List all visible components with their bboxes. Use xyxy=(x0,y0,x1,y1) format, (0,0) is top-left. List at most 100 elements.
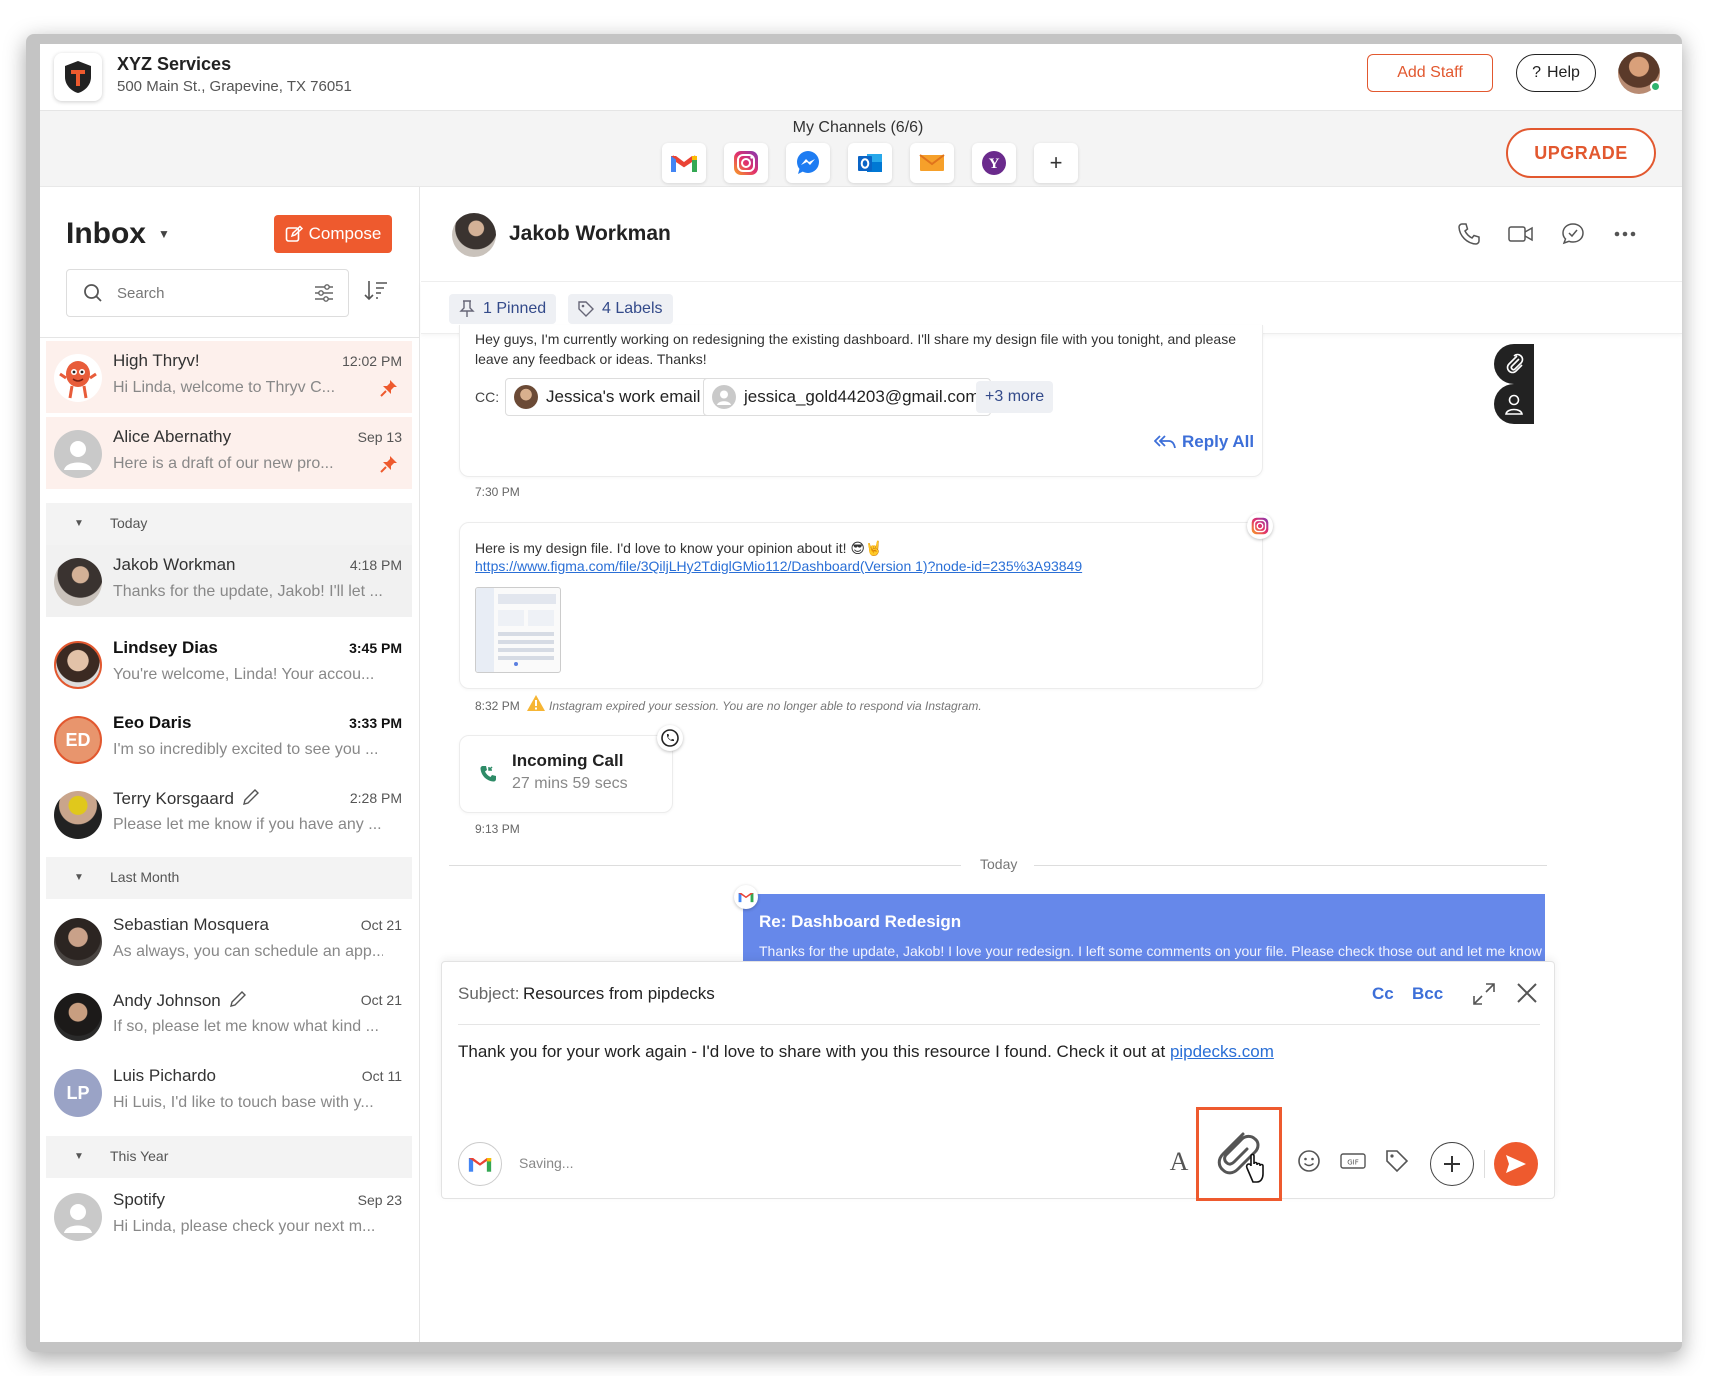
conversation-item[interactable]: Alice Abernathy Sep 13 Here is a draft o… xyxy=(46,417,412,489)
close-icon[interactable] xyxy=(1516,982,1538,1004)
business-name: XYZ Services xyxy=(117,54,232,74)
channels-title: My Channels (6/6) xyxy=(792,119,924,136)
conversation-item[interactable]: Terry Korsgaard 2:28 PM Please let me kn… xyxy=(46,778,412,850)
chat-bubble-icon[interactable] xyxy=(1560,221,1586,247)
paperclip-icon xyxy=(1506,353,1524,374)
emoji-icon[interactable] xyxy=(1294,1146,1324,1176)
user-avatar[interactable] xyxy=(1618,52,1661,94)
message-time: 2:28 PM xyxy=(349,790,402,806)
email-icon[interactable] xyxy=(910,143,954,183)
message-timestamp: 8:32 PM xyxy=(475,699,520,713)
chevron-down-icon[interactable]: ▼ xyxy=(158,227,170,241)
gif-icon[interactable]: GIF xyxy=(1338,1146,1368,1176)
section-today[interactable]: ▼ Today xyxy=(46,503,412,545)
header-actions xyxy=(1456,221,1638,247)
svg-text:GIF: GIF xyxy=(1347,1159,1359,1167)
compose-button[interactable]: Compose xyxy=(274,215,392,253)
contact-name: Lindsey Dias xyxy=(113,638,218,657)
section-this-year[interactable]: ▼ This Year xyxy=(46,1136,412,1178)
labels-chip[interactable]: 4 Labels xyxy=(568,294,673,324)
default-avatar-icon xyxy=(54,1193,102,1241)
plus-icon xyxy=(1444,1156,1460,1172)
add-channel-button[interactable]: + xyxy=(1034,143,1078,183)
help-label: Help xyxy=(1547,64,1580,81)
send-button[interactable] xyxy=(1494,1142,1538,1186)
add-attachment-button[interactable] xyxy=(1430,1142,1474,1186)
search-input[interactable]: Search xyxy=(66,269,349,317)
video-icon[interactable] xyxy=(1508,221,1534,247)
message-body-input[interactable]: Thank you for your work again - I'd love… xyxy=(458,1042,1274,1062)
pin-icon[interactable] xyxy=(380,379,398,397)
phone-icon[interactable] xyxy=(1456,221,1482,247)
initials-avatar: LP xyxy=(54,1069,102,1117)
message-time: Oct 21 xyxy=(360,992,402,1008)
initials-avatar: ED xyxy=(54,716,102,764)
cc-button[interactable]: Cc xyxy=(1372,984,1394,1004)
conversation-item[interactable]: Spotify Sep 23 Hi Linda, please check yo… xyxy=(46,1180,412,1252)
subject-input[interactable]: Resources from pipdecks xyxy=(523,984,715,1004)
message-preview: I'm so incredibly excited to see you ... xyxy=(113,741,379,758)
sort-icon[interactable] xyxy=(364,279,388,301)
conversation-item[interactable]: High Thryv! 12:02 PM Hi Linda, welcome t… xyxy=(46,341,412,413)
message-time: 12:02 PM xyxy=(342,353,402,369)
message-preview: Hi Luis, I'd like to touch base with y..… xyxy=(113,1094,374,1111)
conversation-item[interactable]: ED Eeo Daris 3:33 PM I'm so incredibly e… xyxy=(46,703,412,775)
contact-name: Eeo Daris xyxy=(113,713,192,732)
question-icon: ? xyxy=(1532,64,1541,81)
bcc-button[interactable]: Bcc xyxy=(1412,984,1443,1004)
attach-file-button[interactable] xyxy=(1196,1107,1282,1201)
add-staff-button[interactable]: Add Staff xyxy=(1367,54,1493,92)
contact-name: Spotify xyxy=(113,1190,165,1209)
person-icon xyxy=(1505,394,1523,415)
send-icon xyxy=(1506,1155,1526,1173)
pinned-chip[interactable]: 1 Pinned xyxy=(449,294,557,324)
conversation-item[interactable]: Lindsey Dias 3:45 PM You're welcome, Lin… xyxy=(46,628,412,700)
contact-avatar[interactable] xyxy=(452,213,496,257)
outlook-icon[interactable] xyxy=(848,143,892,183)
section-last-month[interactable]: ▼ Last Month xyxy=(46,857,412,899)
inbox-title[interactable]: Inbox xyxy=(66,217,146,251)
design-thumbnail[interactable] xyxy=(475,587,561,673)
conversation-item[interactable]: Sebastian Mosquera Oct 21 As always, you… xyxy=(46,905,412,977)
expand-icon[interactable] xyxy=(1472,982,1496,1006)
conversation-item[interactable]: Andy Johnson Oct 21 If so, please let me… xyxy=(46,980,412,1052)
message-timestamp: 7:30 PM xyxy=(475,485,520,499)
conversation-item[interactable]: LP Luis Pichardo Oct 11 Hi Luis, I'd lik… xyxy=(46,1056,412,1128)
cc-label: CC: xyxy=(475,389,500,405)
recipient-name: Jessica's work email xyxy=(546,387,701,406)
message-time: Sep 23 xyxy=(357,1192,402,1208)
pencil-icon[interactable] xyxy=(242,788,260,806)
cc-recipient-chip[interactable]: Jessica's work email xyxy=(505,378,712,416)
more-icon[interactable] xyxy=(1612,221,1638,247)
instagram-icon[interactable] xyxy=(724,143,768,183)
contact-name[interactable]: Jakob Workman xyxy=(509,222,671,246)
text-format-icon[interactable]: A xyxy=(1164,1146,1194,1176)
cc-recipient-chip[interactable]: jessica_gold44203@gmail.com xyxy=(703,378,991,416)
more-recipients-button[interactable]: +3 more xyxy=(976,381,1054,413)
figma-link[interactable]: https://www.figma.com/file/3QiljLHy2Tdig… xyxy=(475,558,1082,574)
pinned-label: 1 Pinned xyxy=(483,300,547,317)
reply-all-button[interactable]: Reply All xyxy=(1154,432,1254,452)
pin-icon[interactable] xyxy=(380,455,398,473)
subject-label: Subject: xyxy=(458,984,520,1003)
business-logo xyxy=(54,53,102,101)
send-channel-gmail-button[interactable] xyxy=(458,1142,502,1186)
tag-icon[interactable] xyxy=(1382,1146,1412,1176)
filter-icon[interactable] xyxy=(314,284,334,302)
conversation-item[interactable]: Jakob Workman 4:18 PM Thanks for the upd… xyxy=(46,545,412,617)
pencil-icon[interactable] xyxy=(229,990,247,1008)
gmail-icon xyxy=(734,885,758,909)
upgrade-button[interactable]: UPGRADE xyxy=(1506,128,1656,178)
body-link[interactable]: pipdecks.com xyxy=(1170,1042,1274,1061)
yahoo-icon[interactable]: Y xyxy=(972,143,1016,183)
help-button[interactable]: ? Help xyxy=(1516,54,1596,92)
messenger-icon[interactable] xyxy=(786,143,830,183)
contact-avatar xyxy=(54,641,102,689)
compose-label: Compose xyxy=(308,224,382,243)
draft-status: Saving... xyxy=(519,1155,574,1171)
contact-details-tab[interactable] xyxy=(1494,384,1534,424)
attachments-tab[interactable] xyxy=(1494,344,1534,384)
channel-icons: Y + xyxy=(662,143,1078,183)
gmail-icon[interactable] xyxy=(662,143,706,183)
contact-name: Andy Johnson xyxy=(113,991,221,1010)
